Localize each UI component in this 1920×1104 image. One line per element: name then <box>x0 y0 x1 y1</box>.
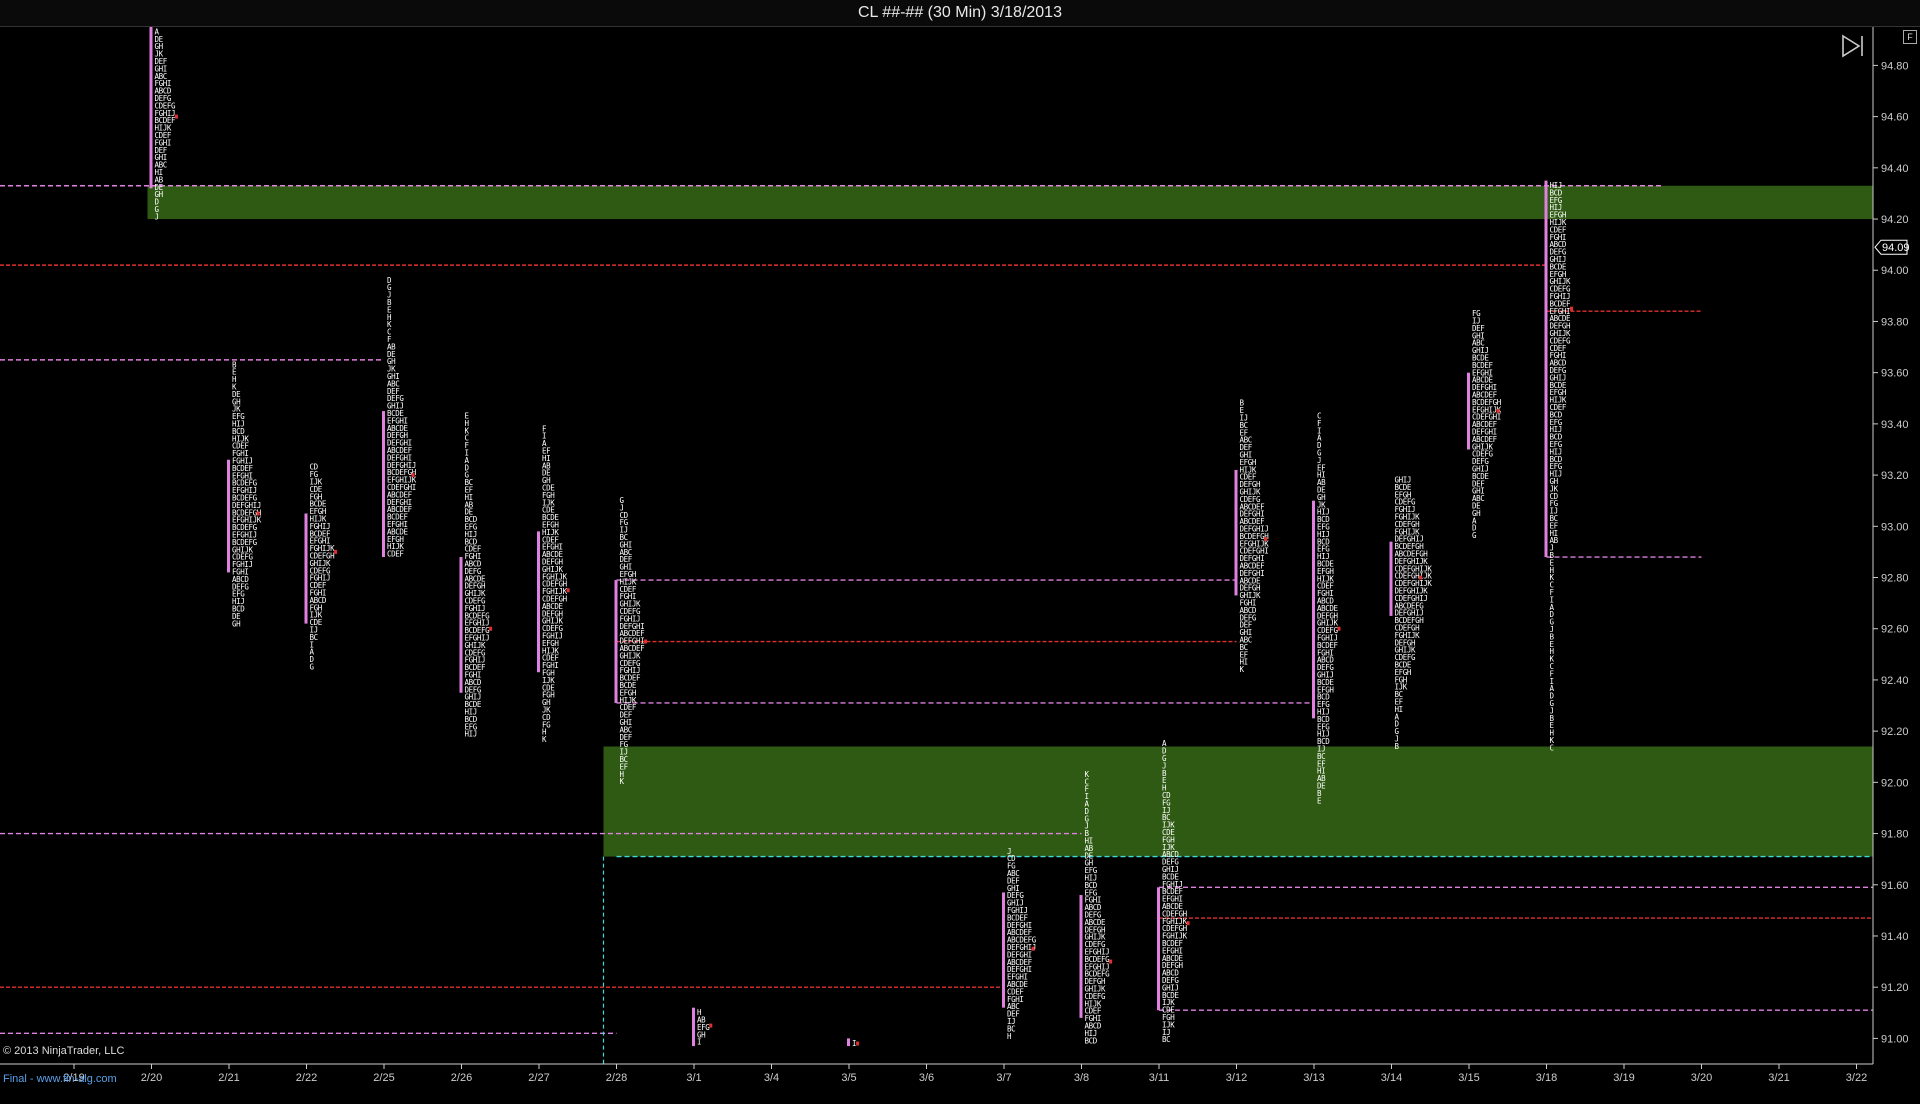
value-area-bar-13 <box>1312 500 1315 719</box>
y-tick-label-4: 91.80 <box>1881 829 1909 841</box>
x-tick-label-23: 3/22 <box>1846 1072 1867 1084</box>
value-area-bar-11 <box>1157 887 1160 1011</box>
value-area-bar-3 <box>382 411 385 558</box>
y-tick-label-19: 94.80 <box>1881 60 1909 72</box>
y-tick-label-7: 92.40 <box>1881 675 1909 687</box>
current-price-label: 94.09 <box>1882 242 1910 254</box>
x-tick-label-7: 2/28 <box>606 1072 627 1084</box>
x-tick-label-4: 2/25 <box>373 1072 394 1084</box>
y-tick-label-12: 93.40 <box>1881 419 1909 431</box>
tpo-row-3-37: CDEF <box>387 550 404 559</box>
y-tick-label-18: 94.60 <box>1881 112 1909 124</box>
x-tick-label-22: 3/21 <box>1768 1072 1789 1084</box>
f-button[interactable]: F <box>1903 30 1917 44</box>
value-area-bar-2 <box>304 513 308 624</box>
value-area-bar-15 <box>1467 372 1470 450</box>
x-tick-label-14: 3/11 <box>1149 1072 1170 1084</box>
x-tick-label-3: 2/22 <box>296 1072 317 1084</box>
chart-area[interactable]: A DE GH JK DEF GHI ABC FGHI ABCD DEFG CDEFG FGHIJ BC… <box>0 27 1920 1104</box>
x-tick-label-21: 3/20 <box>1691 1072 1712 1084</box>
poc-marker-7 <box>709 1023 713 1028</box>
poc-marker-2 <box>334 549 338 554</box>
x-tick-label-13: 3/8 <box>1074 1072 1089 1084</box>
poc-marker-6 <box>644 639 648 644</box>
value-area-bar-9 <box>1002 892 1005 1008</box>
x-tick-label-18: 3/15 <box>1458 1072 1479 1084</box>
website-link[interactable]: Final - www.fin-alg.com <box>3 1073 117 1085</box>
x-tick-label-6: 2/27 <box>528 1072 549 1084</box>
y-tick-label-1: 91.20 <box>1881 982 1909 994</box>
x-tick-label-1: 2/20 <box>141 1072 162 1084</box>
value-area-bar-7 <box>692 1007 695 1047</box>
y-tick-label-16: 94.20 <box>1881 214 1909 226</box>
y-tick-label-2: 91.40 <box>1881 931 1909 943</box>
poc-marker-1 <box>256 511 260 516</box>
tpo-row-7-4: I <box>697 1038 701 1047</box>
poc-marker-10 <box>1109 959 1113 964</box>
poc-marker-8 <box>856 1041 860 1046</box>
x-tick-label-12: 3/7 <box>996 1072 1011 1084</box>
tpo-row-2-27: G <box>310 662 315 671</box>
copyright-text: © 2013 NinjaTrader, LLC <box>3 1045 125 1057</box>
value-area-bar-12 <box>1234 469 1238 596</box>
market-profile-chart[interactable]: ADEGHJKDEFGHIABCFGHIABCDDEFGCDEFGFGHIJBC… <box>0 27 1920 1104</box>
y-tick-label-8: 92.60 <box>1881 624 1909 636</box>
poc-marker-3 <box>411 473 415 478</box>
x-tick-label-19: 3/18 <box>1536 1072 1557 1084</box>
poc-marker-4 <box>489 626 493 631</box>
x-tick-label-20: 3/19 <box>1613 1072 1634 1084</box>
poc-marker-11 <box>1186 921 1190 926</box>
x-tick-label-16: 3/13 <box>1303 1072 1324 1084</box>
tpo-row-11-40: BC <box>1162 1035 1170 1044</box>
x-tick-label-11: 3/6 <box>919 1072 934 1084</box>
poc-marker-13 <box>1337 626 1341 631</box>
poc-marker-15 <box>1496 409 1500 414</box>
poc-marker-0 <box>175 114 178 119</box>
poc-marker-9 <box>1031 946 1035 951</box>
tpo-row-10-36: BCD <box>1085 1036 1098 1045</box>
y-tick-label-11: 93.20 <box>1881 470 1909 482</box>
y-tick-label-15: 94.00 <box>1881 265 1909 277</box>
value-area-bar-4 <box>459 557 463 693</box>
value-area-bar-0 <box>149 27 153 189</box>
poc-marker-16 <box>1570 306 1573 311</box>
tpo-row-16-76: C <box>1550 743 1554 752</box>
x-tick-label-10: 3/5 <box>841 1072 856 1084</box>
y-tick-label-14: 93.80 <box>1881 316 1909 328</box>
value-area-bar-5 <box>537 531 540 673</box>
x-tick-label-15: 3/12 <box>1226 1072 1247 1084</box>
y-tick-label-3: 91.60 <box>1881 880 1909 892</box>
value-area-bar-10 <box>1079 895 1083 1018</box>
tpo-row-15-30: G <box>1472 531 1477 540</box>
y-tick-label-9: 92.80 <box>1881 573 1909 585</box>
tpo-row-1-35: GH <box>232 619 241 628</box>
tpo-row-0-25: J <box>155 212 159 221</box>
y-tick-label-17: 94.40 <box>1881 163 1909 175</box>
value-area-bar-14 <box>1389 541 1393 616</box>
poc-marker-5 <box>566 588 570 593</box>
value-area-bar-16 <box>1544 180 1548 558</box>
x-tick-label-9: 3/4 <box>764 1072 779 1084</box>
poc-marker-12 <box>1264 537 1268 542</box>
value-area-bar-1 <box>227 459 230 573</box>
value-area-bar-8 <box>847 1038 850 1047</box>
skip-to-end-icon[interactable] <box>1840 33 1866 59</box>
tpo-row-8-0: I <box>852 1039 856 1048</box>
tpo-row-4-43: HIJ <box>465 730 477 739</box>
x-tick-label-2: 2/21 <box>218 1072 239 1084</box>
y-tick-label-5: 92.00 <box>1881 777 1909 789</box>
x-tick-label-5: 2/26 <box>451 1072 472 1084</box>
y-tick-label-10: 93.00 <box>1881 521 1909 533</box>
value-area-bar-6 <box>614 580 618 703</box>
y-tick-label-0: 91.00 <box>1881 1033 1909 1045</box>
poc-marker-14 <box>1419 575 1423 580</box>
x-tick-label-8: 3/1 <box>686 1072 701 1084</box>
green-zone-0 <box>147 185 1873 220</box>
x-tick-label-17: 3/14 <box>1381 1072 1402 1084</box>
window-title: CL ##-## (30 Min) 3/18/2013 <box>0 0 1920 27</box>
y-tick-label-6: 92.20 <box>1881 726 1909 738</box>
green-zone-1 <box>603 746 1873 857</box>
y-tick-label-13: 93.60 <box>1881 368 1909 380</box>
tpo-row-5-42: K <box>542 735 547 744</box>
